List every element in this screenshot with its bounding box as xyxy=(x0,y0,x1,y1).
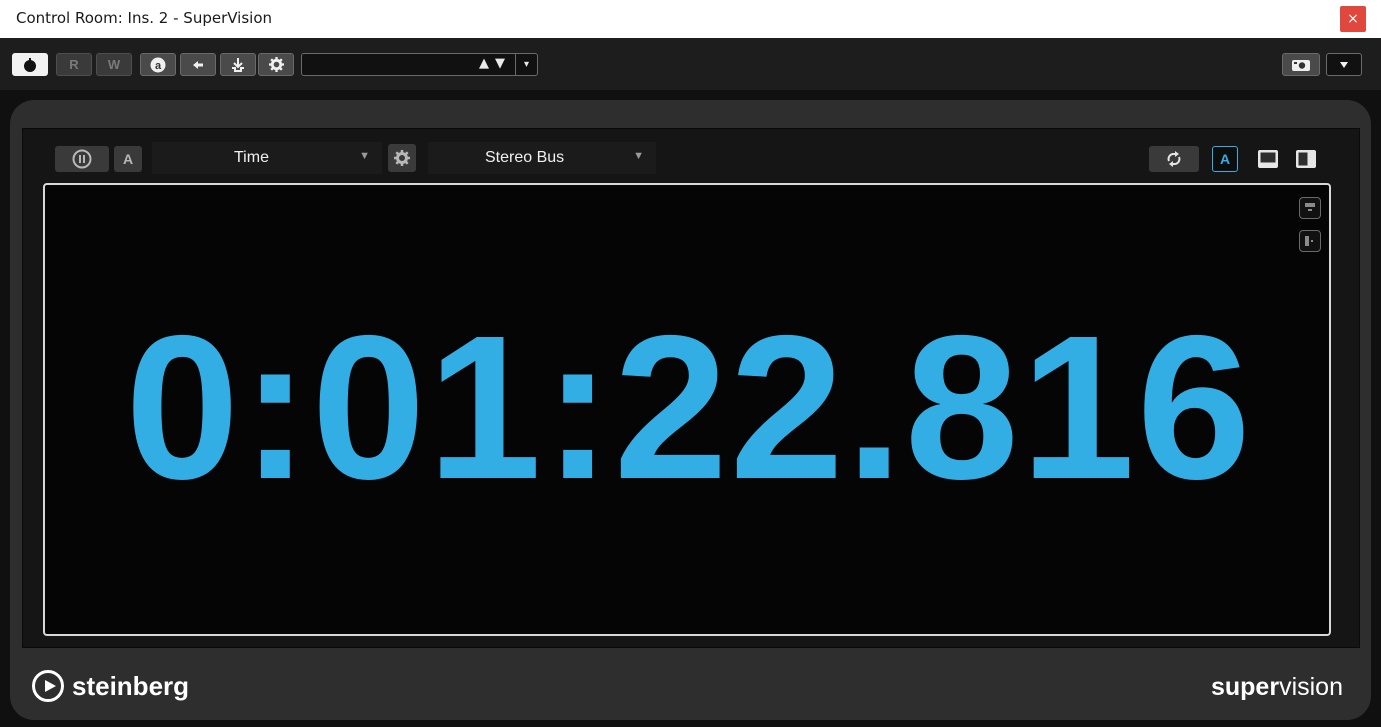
split-horizontal-button[interactable] xyxy=(1299,197,1321,219)
channel-select-value: Stereo Bus xyxy=(485,149,565,166)
module-settings-button[interactable] xyxy=(388,144,416,172)
layout-bottom-icon xyxy=(1258,150,1278,168)
channel-select[interactable]: Stereo Bus ▼ xyxy=(428,142,656,174)
steinberg-wordmark: steinberg xyxy=(72,670,190,701)
read-automation-button[interactable]: R xyxy=(56,53,92,76)
camera-icon xyxy=(1292,59,1310,71)
chevron-down-icon: ▼ xyxy=(359,150,370,162)
sidechain-button[interactable] xyxy=(180,53,216,76)
gear-icon xyxy=(394,150,410,166)
sync-icon xyxy=(1167,151,1181,167)
arrow-left-icon xyxy=(193,60,203,69)
preset-field[interactable]: ▲▼ ▾ xyxy=(301,53,538,76)
window-titlebar: Control Room: Ins. 2 - SuperVision × xyxy=(0,0,1381,38)
a-circle-icon: a xyxy=(150,57,166,72)
power-icon xyxy=(24,57,36,72)
pause-icon xyxy=(72,149,92,169)
chevron-down-icon: ▼ xyxy=(633,150,644,162)
power-button[interactable] xyxy=(12,53,48,76)
bypass-a-button[interactable]: a xyxy=(140,53,176,76)
module-select[interactable]: Time ▼ xyxy=(152,142,382,174)
time-display: 0:01:22.816 xyxy=(43,183,1331,636)
sync-button[interactable] xyxy=(1149,146,1199,172)
layout-bottom-button[interactable] xyxy=(1254,146,1282,172)
svg-text:a: a xyxy=(155,60,162,72)
layout-side-button[interactable] xyxy=(1292,146,1320,172)
a-b-toggle-button[interactable]: A xyxy=(114,146,142,172)
auto-mode-button[interactable]: A xyxy=(1212,146,1238,172)
gear-icon xyxy=(268,57,284,72)
preset-prev-next-arrows[interactable]: ▲▼ xyxy=(479,56,511,71)
play-circle-icon xyxy=(32,670,64,702)
split-vertical-button[interactable] xyxy=(1299,230,1321,252)
host-toolbar: R W a ▲▼ ▾ xyxy=(0,38,1381,90)
split-vertical-icon xyxy=(1305,236,1313,246)
pause-button[interactable] xyxy=(55,146,109,172)
snapshot-button[interactable] xyxy=(1282,53,1320,76)
routing-icon xyxy=(232,57,244,72)
window-title: Control Room: Ins. 2 - SuperVision xyxy=(16,9,273,27)
routing-button[interactable] xyxy=(220,53,256,76)
write-automation-button[interactable]: W xyxy=(96,53,132,76)
steinberg-logo: steinberg xyxy=(32,670,189,702)
settings-button[interactable] xyxy=(258,53,294,76)
split-horizontal-icon xyxy=(1305,203,1315,211)
module-select-value: Time xyxy=(234,149,269,166)
preset-dropdown-button[interactable]: ▾ xyxy=(515,54,537,75)
supervision-logo-light: vision xyxy=(1279,673,1343,701)
chevron-down-icon xyxy=(1340,61,1348,68)
time-value: 0:01:22.816 xyxy=(125,293,1253,522)
supervision-logo-bold: super xyxy=(1210,673,1280,701)
close-button[interactable]: × xyxy=(1340,6,1366,32)
supervision-logo: supervision xyxy=(1211,673,1343,702)
options-dropdown-button[interactable] xyxy=(1326,53,1362,76)
layout-side-icon xyxy=(1296,150,1316,168)
